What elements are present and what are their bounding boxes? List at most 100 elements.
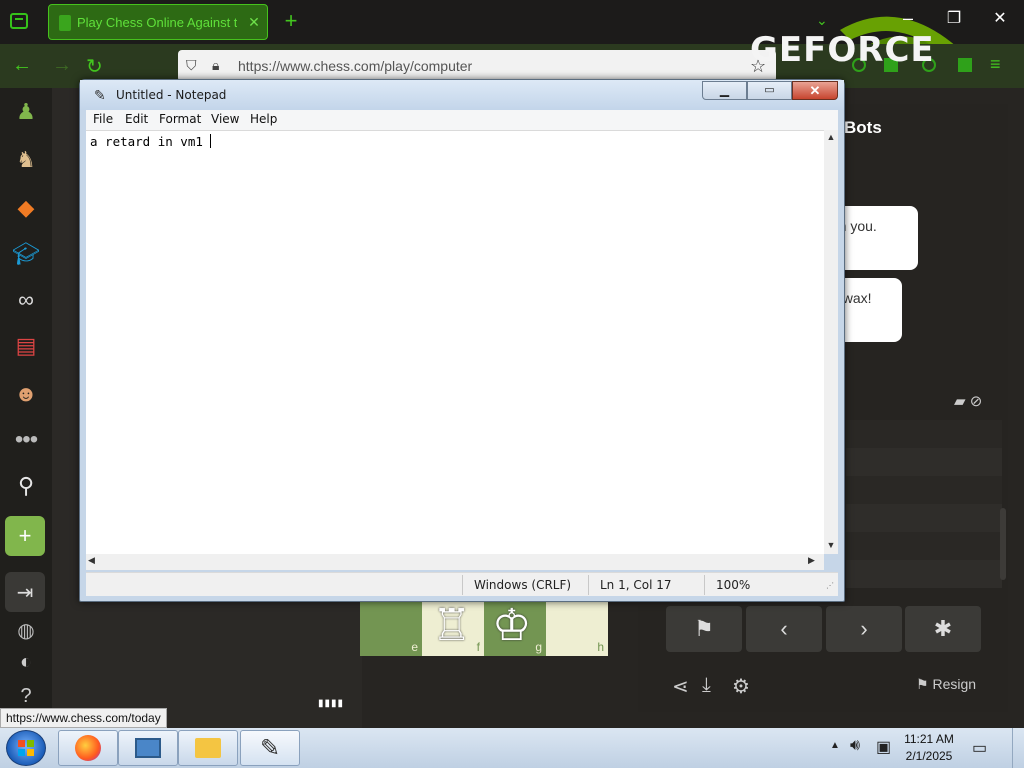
geforce-logo: GEFORCE bbox=[750, 30, 935, 70]
taskbar-file-explorer[interactable] bbox=[178, 730, 238, 766]
file-label: f bbox=[476, 640, 480, 654]
action-center-icon[interactable]: ▭ bbox=[972, 738, 987, 758]
chess-board-bottom-rank[interactable]: e ♖ f ♔ g h bbox=[360, 598, 608, 656]
file-label: h bbox=[597, 640, 604, 654]
forward-arrow-icon[interactable]: → bbox=[52, 54, 76, 78]
notepad-text-content[interactable]: a retard in vm1 bbox=[90, 134, 212, 149]
learn-icon[interactable]: ◆ bbox=[10, 192, 42, 224]
list-item bbox=[846, 560, 1002, 588]
resign-flag-icon: ⚑ bbox=[916, 676, 933, 692]
chevron-right-icon[interactable]: › bbox=[826, 606, 902, 652]
scroll-up-icon[interactable]: ▲ bbox=[824, 132, 838, 144]
gear-icon[interactable]: ⚙ bbox=[732, 674, 750, 699]
clock-date[interactable]: 2/1/2025 bbox=[904, 749, 954, 763]
tray-expand-icon[interactable]: ▲ bbox=[830, 740, 840, 751]
board-square[interactable]: h bbox=[546, 598, 608, 656]
menu-help[interactable]: Help bbox=[250, 112, 277, 126]
clock-time[interactable]: 11:21 AM bbox=[904, 732, 954, 746]
globe-icon[interactable]: ◍ bbox=[10, 614, 42, 646]
tab-close-icon[interactable]: ✕ bbox=[245, 12, 263, 32]
resign-button[interactable]: ⚑ Resign bbox=[916, 676, 976, 693]
menu-format[interactable]: Format bbox=[159, 112, 201, 126]
url-text[interactable]: https://www.chess.com/play/computer bbox=[238, 58, 472, 74]
show-desktop-button[interactable] bbox=[1012, 728, 1024, 768]
file-label: e bbox=[411, 640, 418, 654]
news-icon[interactable]: ▤ bbox=[10, 330, 42, 362]
extensions-puzzle-icon[interactable] bbox=[958, 58, 972, 72]
windows-taskbar: ✎ ▲ 🔊︎ ▣ 11:21 AM 2/1/2025 ▭ bbox=[0, 728, 1024, 768]
page-scrollbar[interactable] bbox=[1000, 508, 1006, 580]
link-status-tooltip: https://www.chess.com/today bbox=[0, 708, 167, 728]
menu-edit[interactable]: Edit bbox=[125, 112, 148, 126]
taskbar-remote-desktop[interactable] bbox=[118, 730, 178, 766]
menu-view[interactable]: View bbox=[211, 112, 239, 126]
list-item bbox=[846, 448, 1002, 476]
notepad-text-area[interactable]: a retard in vm1 bbox=[86, 130, 824, 554]
new-tab-button[interactable]: + bbox=[280, 10, 302, 32]
status-zoom: 100% bbox=[716, 578, 751, 592]
more-dots-icon[interactable]: ••• bbox=[10, 424, 42, 456]
notepad-minimize-button[interactable]: ▁ bbox=[702, 81, 747, 100]
taskbar-firefox[interactable] bbox=[58, 730, 118, 766]
share-icon[interactable]: ⋖ bbox=[672, 674, 689, 699]
white-king-piece[interactable]: ♔ bbox=[492, 600, 531, 651]
notepad-menubar: File Edit Format View Help bbox=[86, 110, 838, 130]
back-arrow-icon[interactable]: ← bbox=[12, 54, 36, 78]
play-pawn-icon[interactable]: ♟ bbox=[10, 96, 42, 128]
notepad-window: ✎ Untitled - Notepad ▁ ▭ ✕ File Edit For… bbox=[79, 79, 845, 602]
taskbar-notepad[interactable]: ✎ bbox=[240, 730, 300, 766]
notepad-close-button[interactable]: ✕ bbox=[792, 81, 838, 100]
browser-tab[interactable]: Play Chess Online Against the ✕ bbox=[48, 4, 268, 40]
hamburger-menu-icon[interactable]: ≡ bbox=[990, 54, 1010, 76]
board-square[interactable]: e bbox=[360, 598, 422, 656]
menu-file[interactable]: File bbox=[93, 112, 113, 126]
scroll-left-icon[interactable]: ◀ bbox=[88, 555, 100, 569]
shield-icon[interactable]: ⛉ bbox=[186, 57, 202, 75]
puzzles-icon[interactable]: ♞ bbox=[10, 144, 42, 176]
reload-icon[interactable]: ↻ bbox=[86, 54, 110, 78]
lock-icon[interactable]: 🔒︎ bbox=[212, 57, 228, 75]
chess-sidebar: ♟ ♞ ◆ 🎓︎ ∞ ▤ ☻ ••• ⚲ + ⇥ ◍ ◐ ? bbox=[0, 88, 52, 728]
window-maximize-button[interactable]: ❐ bbox=[942, 8, 966, 32]
board-square[interactable]: ♔ g bbox=[484, 598, 546, 656]
scroll-right-icon[interactable]: ▶ bbox=[808, 555, 820, 569]
text-caret bbox=[210, 134, 212, 148]
white-rook-piece[interactable]: ♖ bbox=[432, 600, 471, 651]
volume-icon[interactable]: 🔊︎ bbox=[850, 737, 860, 755]
notepad-title: Untitled - Notepad bbox=[116, 88, 227, 102]
start-button[interactable] bbox=[6, 730, 46, 766]
windows-logo-icon bbox=[18, 740, 34, 756]
panel-tools-icons[interactable]: ▰ ⊘ bbox=[954, 392, 982, 410]
social-icon[interactable]: ☻ bbox=[10, 378, 42, 410]
firefox-icon bbox=[75, 735, 101, 761]
network-icon[interactable]: ▣ bbox=[876, 737, 891, 757]
horizontal-scrollbar[interactable]: ◀ ▶ bbox=[86, 554, 824, 570]
notepad-maximize-button[interactable]: ▭ bbox=[747, 81, 792, 100]
notepad-titlebar[interactable]: ✎ Untitled - Notepad ▁ ▭ ✕ bbox=[80, 80, 844, 110]
address-bar[interactable]: ⛉ 🔒︎ https://www.chess.com/play/computer… bbox=[178, 50, 776, 82]
notepad-icon: ✎ bbox=[259, 734, 281, 762]
vertical-scrollbar[interactable]: ▲ ▼ bbox=[824, 130, 838, 554]
scroll-down-icon[interactable]: ▼ bbox=[824, 540, 838, 552]
status-divider bbox=[462, 575, 463, 595]
search-icon[interactable]: ⚲ bbox=[10, 470, 42, 502]
status-divider bbox=[704, 575, 705, 595]
window-minimize-button[interactable]: – bbox=[896, 8, 920, 32]
status-divider bbox=[588, 575, 589, 595]
download-icon[interactable]: ⤓ bbox=[702, 674, 711, 697]
panel-title: Bots bbox=[844, 118, 882, 137]
status-encoding: Windows (CRLF) bbox=[474, 578, 572, 592]
resize-grip-icon[interactable]: ⋰ bbox=[826, 581, 834, 590]
notepad-statusbar: Windows (CRLF) Ln 1, Col 17 100% ⋰ bbox=[86, 572, 838, 596]
tab-list-icon[interactable] bbox=[10, 13, 28, 29]
login-button[interactable]: ⇥ bbox=[5, 572, 45, 612]
signup-button[interactable]: + bbox=[5, 516, 45, 556]
watch-binoculars-icon[interactable]: ∞ bbox=[10, 284, 42, 316]
theme-contrast-icon[interactable]: ◐ bbox=[10, 646, 42, 678]
lessons-cap-icon[interactable]: 🎓︎ bbox=[10, 238, 42, 270]
flag-icon[interactable]: ⚑ bbox=[666, 606, 742, 652]
board-square[interactable]: ♖ f bbox=[422, 598, 484, 656]
window-close-button[interactable]: ✕ bbox=[988, 8, 1012, 32]
hint-lightbulb-icon[interactable]: ✱ bbox=[905, 606, 981, 652]
chevron-left-icon[interactable]: ‹ bbox=[746, 606, 822, 652]
